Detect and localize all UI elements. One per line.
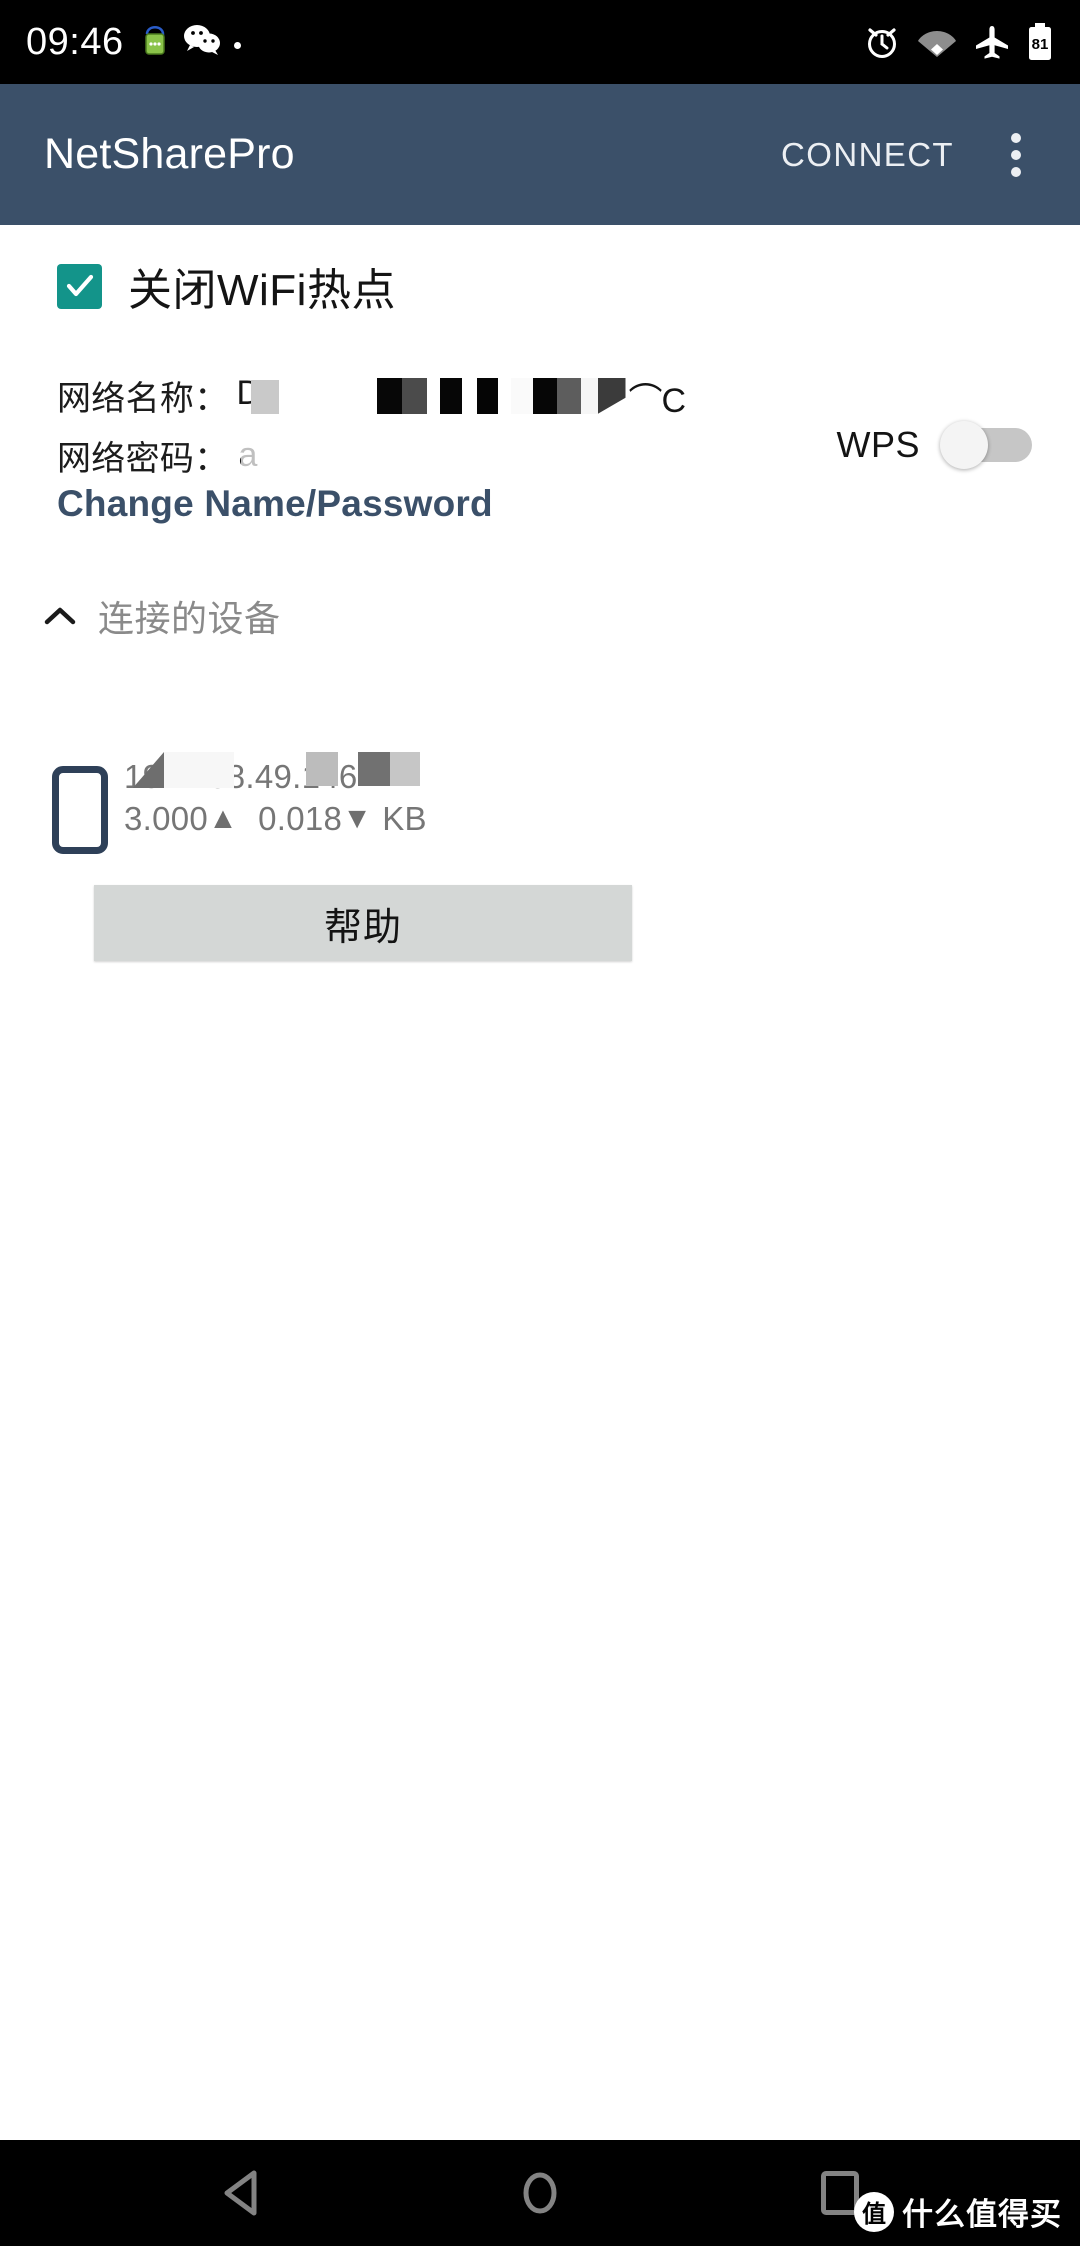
airplane-mode-icon [973, 23, 1011, 61]
network-password-value-redacted: a [237, 432, 537, 478]
network-name-row: 网络名称： D ⌒C [57, 372, 687, 420]
status-bar-notification-icons [138, 20, 241, 65]
wps-toggle-knob [940, 421, 988, 469]
connected-devices-header[interactable]: 连接的设备 [40, 590, 281, 642]
device-details: 192.168.49.146 3.000 ▲ 0.018 ▼ KB [124, 750, 664, 838]
disable-hotspot-label: 关闭WiFi热点 [128, 266, 396, 315]
main-content: 关闭WiFi热点 网络名称： D ⌒C 网络密码： WPS Change Nam… [0, 225, 1080, 2140]
network-password-label: 网络密码： [57, 439, 229, 478]
device-download-value: 0.018 [258, 800, 343, 837]
chevron-up-icon[interactable] [40, 596, 80, 636]
network-name-label: 网络名称： [57, 379, 229, 418]
dot-indicator-icon [233, 41, 241, 49]
wechat-icon [182, 22, 222, 63]
alarm-icon [863, 23, 901, 61]
watermark-badge: 值 [854, 2191, 894, 2232]
change-name-password-link[interactable]: Change Name/Password [57, 483, 493, 525]
watermark-text: 什么值得买 [902, 2197, 1062, 2232]
status-bar-system-icons: 81 [863, 22, 1054, 62]
help-button[interactable]: 帮助 [94, 885, 632, 961]
app-title: NetSharePro [44, 130, 295, 178]
checkbox-checked-icon[interactable] [57, 263, 102, 309]
battery-icon: 81 [1026, 22, 1054, 62]
device-traffic-unit: KB [382, 800, 427, 837]
disable-hotspot-checkbox-row[interactable]: 关闭WiFi热点 [57, 254, 396, 318]
svg-text:81: 81 [1032, 36, 1049, 53]
status-bar-clock: 09:46 [26, 21, 124, 63]
network-name-value-redacted: D ⌒C [236, 374, 687, 420]
wps-label: WPS [836, 424, 920, 465]
device-list-item[interactable]: 192.168.49.146 3.000 ▲ 0.018 ▼ KB [52, 750, 672, 870]
upload-arrow-icon: ▲ [208, 802, 239, 835]
connected-devices-title: 连接的设备 [98, 598, 281, 639]
download-arrow-icon: ▼ [342, 802, 373, 835]
device-upload-value: 3.000 [124, 800, 209, 837]
wps-toggle[interactable] [940, 421, 1032, 469]
network-password-row: 网络密码： a [57, 432, 537, 478]
connect-button[interactable]: CONNECT [763, 122, 972, 188]
home-icon[interactable] [460, 2140, 620, 2246]
wps-control: WPS [836, 421, 1032, 469]
more-vertical-icon[interactable] [988, 123, 1044, 187]
app-bar: NetSharePro CONNECT [0, 84, 1080, 225]
sms-notification-icon [138, 20, 172, 65]
device-traffic-stats: 3.000 ▲ 0.018 ▼ KB [124, 800, 664, 838]
phone-icon [52, 766, 108, 854]
status-bar: 09:46 81 [0, 0, 1080, 84]
back-icon[interactable] [165, 2140, 325, 2246]
phone-screen: 09:46 81 NetSharePro CONNECT 关闭WiFi热点 网络… [0, 0, 1080, 2246]
watermark: 值 什么值得买 [854, 2189, 1062, 2234]
android-nav-bar: 值 什么值得买 [0, 2140, 1080, 2246]
wifi-icon [916, 24, 958, 60]
